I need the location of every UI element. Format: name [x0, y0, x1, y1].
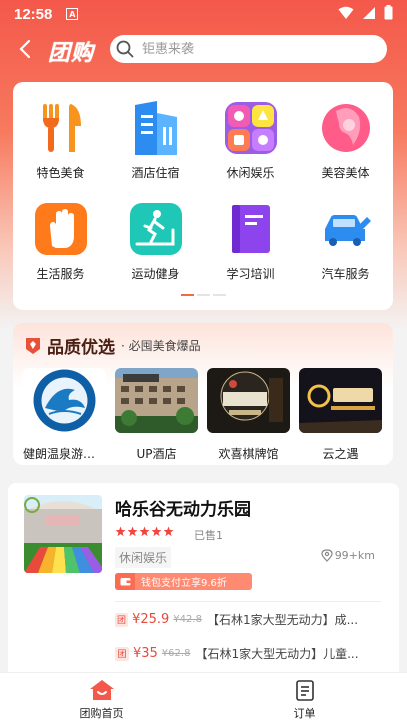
quality-pick-item[interactable]: UP酒店 [115, 368, 198, 462]
category-label: 运动健身 [131, 267, 180, 281]
home-icon [89, 680, 114, 700]
signal-icon [362, 5, 376, 24]
category-label: 学习培训 [226, 267, 275, 281]
offer-original-price: ¥42.8 [173, 614, 202, 625]
car-icon [318, 201, 374, 257]
category-label: 特色美食 [36, 166, 85, 180]
back-button[interactable] [10, 34, 40, 64]
star-icon [139, 526, 150, 537]
hand-icon [33, 201, 89, 257]
distance: 99+km [321, 549, 375, 562]
category-label: 美容美体 [321, 166, 370, 180]
divider [115, 601, 381, 602]
category-food[interactable]: 特色美食 [13, 100, 108, 181]
wallet-icon [115, 573, 135, 590]
category-tag: 休闲娱乐 [115, 547, 172, 568]
category-entertainment[interactable]: 休闲娱乐 [203, 100, 298, 181]
up-hotel-image [115, 368, 198, 433]
entertainment-icon [223, 100, 279, 156]
hot-spring-image [23, 368, 106, 433]
beauty-icon [318, 100, 374, 156]
star-icon [115, 526, 126, 537]
top-header: 团购 [0, 32, 407, 66]
nav-label: 团购首页 [79, 707, 124, 720]
quality-pick-item[interactable]: 欢喜棋牌馆 [207, 368, 290, 462]
category-learning[interactable]: 学习培训 [203, 201, 298, 282]
chevron-left-icon [19, 39, 31, 59]
notification-icon: A [66, 8, 79, 20]
search-bar[interactable] [110, 35, 388, 63]
category-label: 生活服务 [36, 267, 85, 281]
fork-knife-icon [33, 100, 89, 156]
tuan-badge: 团 [115, 612, 129, 627]
quality-pick-item[interactable]: 云之遇 [299, 368, 382, 462]
category-label: 休闲娱乐 [226, 166, 275, 180]
nav-tuangou-home[interactable]: 团购首页 [0, 673, 203, 725]
page-dot-active [181, 294, 194, 296]
page-dot [197, 294, 210, 296]
category-fitness[interactable]: 运动健身 [108, 201, 203, 282]
park-image [24, 495, 102, 573]
category-car-services[interactable]: 汽车服务 [298, 201, 393, 282]
category-grid: 特色美食 酒店住宿 休闲娱乐 美容美体 生活服务 运动健身 学习培训 汽车服务 [13, 100, 393, 282]
quality-pick-name: 欢喜棋牌馆 [218, 447, 279, 461]
quality-picks-card: 品质优选 · 必囤美食爆品 健朗温泉游泳... UP酒店 欢喜棋牌馆 云之遇 [13, 323, 393, 465]
distance-value: 99+km [334, 549, 375, 562]
battery-icon [384, 4, 393, 24]
quality-picks-subtitle: · 必囤美食爆品 [121, 339, 201, 353]
quality-pick-item[interactable]: 健朗温泉游泳... [23, 368, 106, 462]
status-bar: 12:58 A [0, 0, 407, 28]
category-life-services[interactable]: 生活服务 [13, 201, 108, 282]
location-pin-icon [321, 549, 333, 562]
quality-pick-name: 云之遇 [322, 447, 359, 461]
star-icon [163, 526, 174, 537]
offer-description: 【石林1家大型无动力】儿童... [195, 647, 359, 661]
quality-pick-name: UP酒店 [136, 447, 177, 461]
offer-original-price: ¥62.8 [161, 648, 191, 659]
yunzhiyu-image [299, 368, 382, 433]
nav-label: 订单 [293, 707, 316, 720]
deal-card[interactable]: 哈乐谷无动力乐园 已售1 休闲娱乐 99+km 钱包支付立享9.6折 团 ¥25… [8, 483, 399, 683]
page-indicator [181, 294, 226, 296]
category-label: 汽车服务 [321, 267, 370, 281]
deal-offer-row[interactable]: 团 ¥35 ¥62.8 【石林1家大型无动力】儿童... [115, 645, 375, 662]
quality-picks-title: 品质优选 [47, 338, 115, 358]
treadmill-icon [128, 201, 184, 257]
search-input[interactable] [142, 41, 363, 57]
quality-pick-name: 健朗温泉游泳... [23, 447, 106, 461]
order-list-icon [295, 680, 314, 701]
deal-title: 哈乐谷无动力乐园 [115, 500, 251, 520]
offer-price: ¥35 [132, 646, 158, 661]
tuan-badge: 团 [115, 646, 129, 661]
promo-banner: 钱包支付立享9.6折 [115, 573, 252, 590]
offer-price: ¥25.9 [132, 612, 170, 627]
tuangou-logo: 团购 [48, 41, 95, 66]
sold-count: 已售1 [194, 529, 223, 542]
badge-icon [26, 337, 40, 354]
search-icon [116, 40, 134, 58]
offer-description: 【石林1家大型无动力】成... [206, 613, 359, 627]
star-icon [127, 526, 138, 537]
chess-hall-image [207, 368, 290, 433]
status-time: 12:58 [14, 5, 53, 23]
category-label: 酒店住宿 [131, 166, 180, 180]
category-hotel[interactable]: 酒店住宿 [108, 100, 203, 181]
category-beauty[interactable]: 美容美体 [298, 100, 393, 181]
book-icon [223, 201, 279, 257]
bottom-navigation: 团购首页 订单 [0, 672, 407, 725]
rating-stars [115, 526, 174, 537]
nav-orders[interactable]: 订单 [203, 673, 406, 725]
wifi-icon [338, 5, 354, 24]
category-card: 特色美食 酒店住宿 休闲娱乐 美容美体 生活服务 运动健身 学习培训 汽车服务 [13, 82, 393, 310]
quality-picks-list: 健朗温泉游泳... UP酒店 欢喜棋牌馆 云之遇 [23, 368, 382, 462]
deal-offer-row[interactable]: 团 ¥25.9 ¥42.8 【石林1家大型无动力】成... [115, 611, 375, 628]
page-dot [213, 294, 226, 296]
promo-text: 钱包支付立享9.6折 [141, 578, 227, 589]
quality-picks-header[interactable]: 品质优选 · 必囤美食爆品 [25, 333, 201, 358]
star-icon [151, 526, 162, 537]
hotel-icon [128, 100, 184, 156]
